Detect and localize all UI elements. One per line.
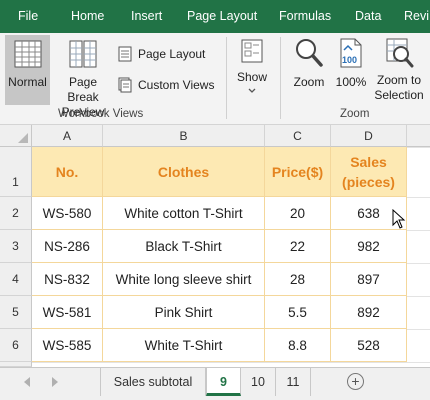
header-cell-no[interactable]: No. — [32, 147, 103, 197]
custom-views-button[interactable]: Custom Views — [118, 75, 218, 95]
column-header-c[interactable]: C — [265, 125, 331, 147]
gridline — [32, 362, 407, 363]
table-cell[interactable]: White T-Shirt — [103, 329, 265, 362]
normal-view-button[interactable]: Normal — [5, 35, 50, 105]
header-cell-clothes[interactable]: Clothes — [103, 147, 265, 197]
menu-bar: File Home Insert Page Layout Formulas Da… — [0, 0, 430, 33]
custom-views-label: Custom Views — [138, 78, 215, 92]
ribbon: Normal Page Break Preview Page Layout Cu… — [0, 33, 430, 125]
row-header[interactable]: 2 — [0, 197, 32, 230]
table-cell[interactable]: NS-286 — [32, 230, 103, 263]
table-cell[interactable]: 22 — [265, 230, 331, 263]
tab-home[interactable]: Home — [71, 0, 104, 33]
gridline — [407, 296, 430, 297]
tab-review[interactable]: Revi — [404, 0, 429, 33]
zoom-100-label: 100% — [335, 75, 367, 89]
scroll-right-icon[interactable] — [52, 377, 58, 387]
table-cell[interactable]: 28 — [265, 263, 331, 296]
table-cell[interactable]: WS-585 — [32, 329, 103, 362]
normal-view-label: Normal — [8, 75, 47, 89]
table-cell[interactable]: 897 — [331, 263, 407, 296]
gridline — [407, 263, 430, 264]
table-cell[interactable]: Pink Shirt — [103, 296, 265, 329]
page-layout-icon — [118, 46, 132, 62]
tab-file[interactable]: File — [18, 0, 38, 33]
table-cell[interactable]: 528 — [331, 329, 407, 362]
gridline — [407, 362, 430, 363]
gridline — [407, 147, 430, 148]
zoom-100-icon: 100 — [340, 38, 362, 68]
row-header[interactable]: 5 — [0, 296, 32, 329]
workbook-views-group-label: Workbook Views — [58, 108, 144, 120]
row-header[interactable]: 1 — [0, 147, 32, 197]
magnifier-icon — [296, 39, 323, 67]
zoom-to-selection-label-line2: Selection — [374, 88, 424, 102]
row-header[interactable]: 3 — [0, 230, 32, 263]
table-cell[interactable]: 5.5 — [265, 296, 331, 329]
sheet-tab-10[interactable]: 10 — [241, 368, 276, 396]
tab-page-layout[interactable]: Page Layout — [187, 0, 257, 33]
header-cell-sales[interactable]: Sales (pieces) — [331, 147, 407, 197]
table-cell[interactable]: NS-832 — [32, 263, 103, 296]
zoom-label: Zoom — [293, 75, 325, 89]
mouse-cursor-icon — [392, 209, 406, 229]
table-cell[interactable]: White cotton T-Shirt — [103, 197, 265, 230]
table-cell[interactable]: 982 — [331, 230, 407, 263]
tab-insert[interactable]: Insert — [131, 0, 162, 33]
page-break-preview-button[interactable]: Page Break Preview — [52, 35, 114, 119]
table-cell[interactable]: WS-581 — [32, 296, 103, 329]
column-header-d[interactable]: D — [331, 125, 407, 147]
normal-view-icon — [14, 40, 41, 68]
table-cell[interactable]: White long sleeve shirt — [103, 263, 265, 296]
page-break-label-line1: Page Break — [67, 75, 99, 104]
table-cell[interactable]: WS-580 — [32, 197, 103, 230]
column-header-e[interactable] — [407, 125, 430, 147]
zoom-to-selection-label-line1: Zoom to — [376, 73, 421, 87]
gridline — [407, 329, 430, 330]
sheet-tab-9[interactable]: 9 — [206, 368, 241, 396]
zoom-to-selection-button[interactable]: Zoom to Selection — [371, 35, 427, 107]
ribbon-separator — [280, 37, 281, 119]
select-all-button[interactable] — [0, 125, 32, 147]
header-cell-price[interactable]: Price($) — [265, 147, 331, 197]
show-button[interactable]: Show — [232, 35, 272, 105]
add-sheet-button[interactable]: + — [347, 373, 364, 390]
sheet-tab-11[interactable]: 11 — [276, 368, 311, 396]
sheet-tab-overflow[interactable] — [311, 368, 339, 396]
row-header[interactable]: 6 — [0, 329, 32, 362]
zoom-group-label: Zoom — [340, 108, 370, 120]
zoom-to-selection-icon — [386, 38, 414, 68]
row-header[interactable]: 4 — [0, 263, 32, 296]
sheet-tab-sales-subtotal[interactable]: Sales subtotal — [100, 368, 206, 396]
gridline — [407, 197, 430, 198]
table-cell[interactable]: 20 — [265, 197, 331, 230]
table-cell[interactable]: 8.8 — [265, 329, 331, 362]
column-header-a[interactable]: A — [32, 125, 103, 147]
zoom-button[interactable]: Zoom — [287, 35, 331, 105]
page-layout-label: Page Layout — [138, 47, 206, 61]
show-icon — [241, 39, 263, 63]
column-header-b[interactable]: B — [103, 125, 265, 147]
page-break-preview-icon — [69, 40, 97, 68]
table-cell[interactable]: Black T-Shirt — [103, 230, 265, 263]
show-label: Show — [236, 70, 268, 84]
tab-formulas[interactable]: Formulas — [279, 0, 331, 33]
sheet-tab-bar: Sales subtotal 9 10 11 + — [0, 367, 430, 400]
spreadsheet-grid: A B C D 1 2 3 4 5 6 No. Clothes Price($)… — [0, 125, 430, 367]
zoom-100-button[interactable]: 100 100% — [333, 35, 369, 105]
tab-data[interactable]: Data — [355, 0, 381, 33]
zoom-100-icon-text: 100 — [342, 55, 357, 65]
custom-views-icon — [118, 77, 132, 93]
chevron-down-icon — [248, 88, 256, 93]
scroll-left-icon[interactable] — [24, 377, 30, 387]
gridline — [407, 230, 430, 231]
table-cell[interactable]: 892 — [331, 296, 407, 329]
ribbon-separator — [226, 37, 227, 119]
page-layout-view-button[interactable]: Page Layout — [118, 44, 218, 64]
